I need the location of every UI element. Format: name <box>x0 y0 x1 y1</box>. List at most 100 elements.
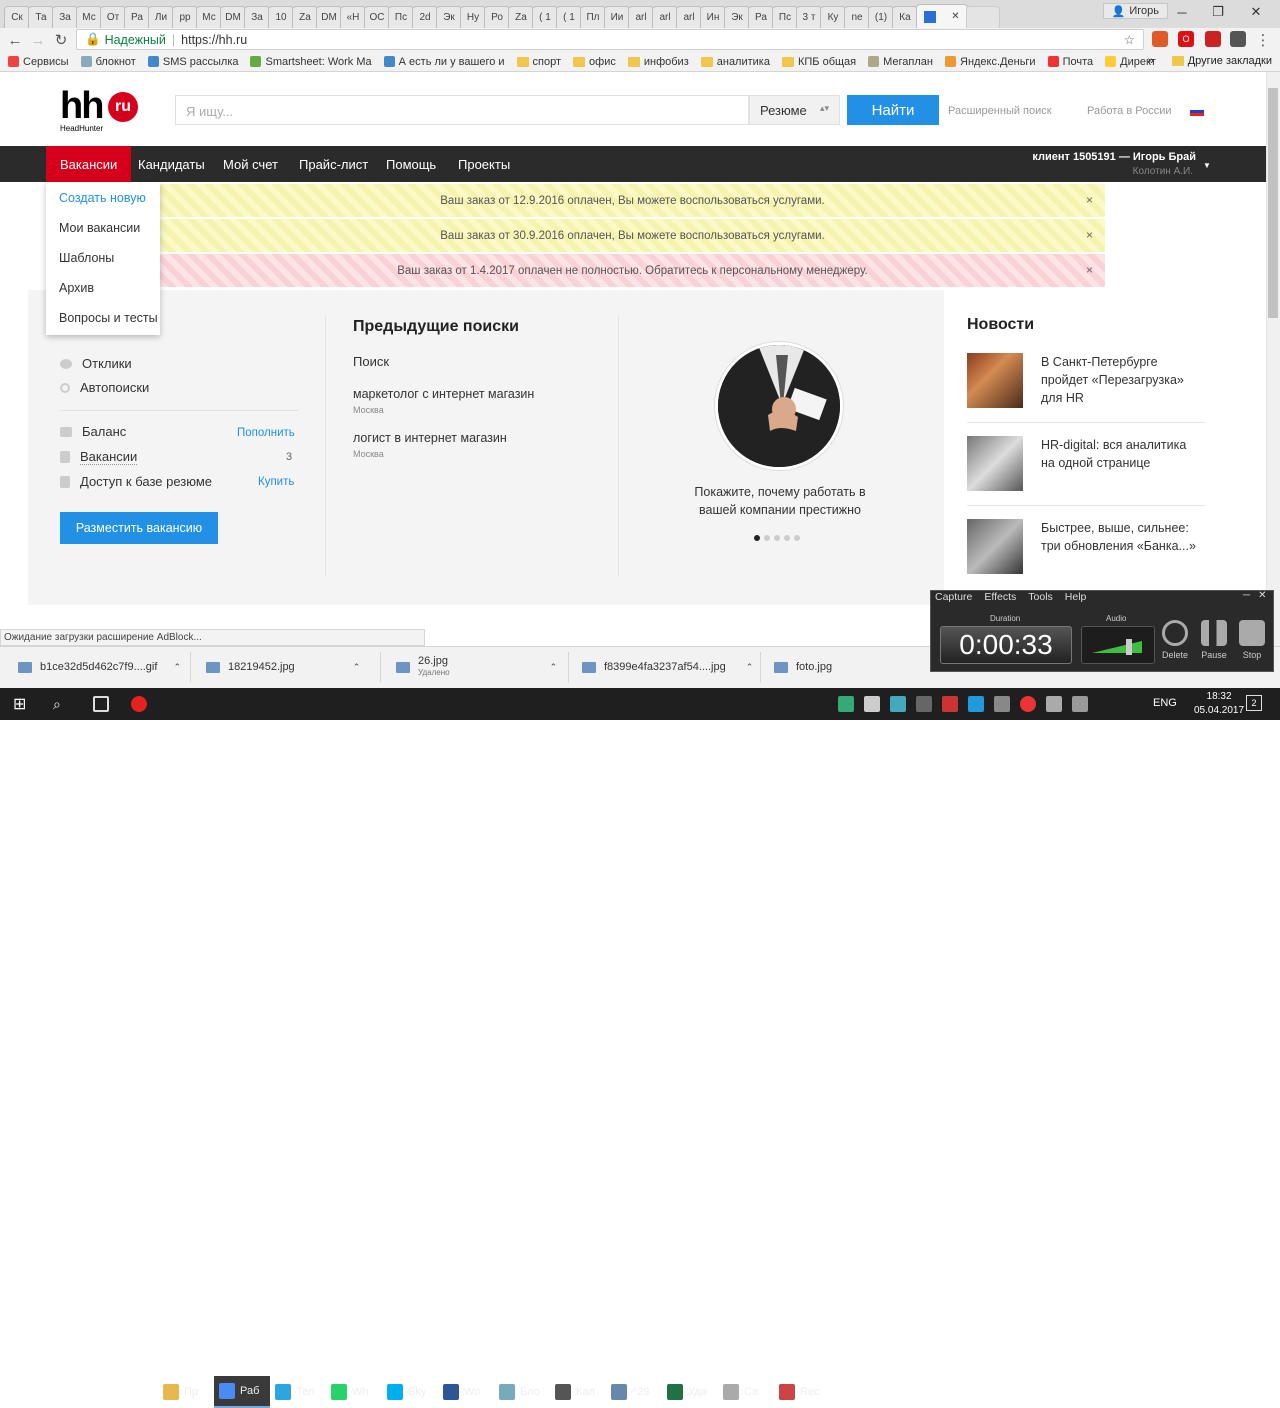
taskbar-app[interactable]: Уда <box>662 1376 718 1408</box>
browser-tab[interactable]: Ин <box>700 6 726 28</box>
promo-image[interactable] <box>715 342 843 470</box>
tab-close-icon[interactable]: ✕ <box>951 11 959 22</box>
sidebar-item-autosearch[interactable]: Автопоиски <box>60 380 149 395</box>
region-link[interactable]: Работа в России <box>1087 105 1172 117</box>
chevron-up-icon[interactable]: ⌃ <box>173 662 181 673</box>
post-vacancy-button[interactable]: Разместить вакансию <box>60 512 218 544</box>
notice-close-button[interactable]: × <box>1086 193 1093 207</box>
search-input[interactable]: Я ищу... <box>175 95 749 125</box>
buy-link[interactable]: Купить <box>258 476 294 488</box>
back-icon[interactable]: ← <box>4 30 26 50</box>
sidebar-item-db-access[interactable]: Доступ к базе резюме <box>60 474 212 489</box>
taskbar-app[interactable]: Wo <box>438 1376 494 1408</box>
search-link[interactable]: Поиск <box>353 354 389 369</box>
nav-pricelist[interactable]: Прайс-лист <box>285 146 382 182</box>
dropdown-templates[interactable]: Шаблоны <box>46 242 160 272</box>
browser-tab[interactable]: arl <box>628 6 654 28</box>
volume-icon[interactable] <box>1072 696 1088 712</box>
carousel-dot[interactable] <box>784 535 790 541</box>
close-icon[interactable]: ✕ <box>1258 590 1266 601</box>
bookmark-item[interactable]: Мегаплан <box>868 56 933 68</box>
bookmark-item[interactable]: КПБ общая <box>781 56 856 68</box>
taskbar-app[interactable]: Wh <box>326 1376 382 1408</box>
tray-icon[interactable] <box>864 696 880 712</box>
new-tab-button[interactable] <box>966 6 1000 28</box>
browser-tab[interactable]: Пл <box>580 6 606 28</box>
browser-tab[interactable]: Za <box>292 6 318 28</box>
bookmark-item[interactable]: Сервисы <box>8 56 69 68</box>
carousel-dot[interactable] <box>764 535 770 541</box>
browser-tab[interactable]: ( 1 <box>532 6 558 28</box>
search-type-select[interactable]: Резюме ▴▾ <box>749 95 840 125</box>
browser-tab[interactable]: ( 1 <box>556 6 582 28</box>
dropdown-questions-tests[interactable]: Вопросы и тесты <box>46 302 160 332</box>
news-thumbnail[interactable] <box>967 519 1023 574</box>
delete-button[interactable]: Delete <box>1158 620 1192 660</box>
browser-tab[interactable]: рр <box>172 6 198 28</box>
bookmark-item[interactable]: SMS рассылка <box>147 56 238 68</box>
address-bar[interactable]: 🔒 Надежный | https://hh.ru ☆ <box>76 29 1144 50</box>
browser-tab[interactable]: arl <box>676 6 702 28</box>
browser-tab[interactable]: Ку <box>820 6 846 28</box>
browser-tab[interactable]: Пс <box>772 6 798 28</box>
taskbar-app[interactable]: Раб <box>214 1376 270 1408</box>
browser-tab[interactable]: DM <box>220 6 246 28</box>
taskbar-app[interactable]: Кал <box>550 1376 606 1408</box>
bookmark-item[interactable]: блокнот <box>80 56 136 68</box>
nav-account[interactable]: Мой счет <box>209 146 292 182</box>
client-menu[interactable]: клиент 1505191 — Игорь Брай <box>1032 151 1196 163</box>
carousel-dot[interactable] <box>754 535 760 541</box>
carousel-dot[interactable] <box>774 535 780 541</box>
sidebar-item-balance[interactable]: Баланс <box>60 424 126 439</box>
browser-tab[interactable]: 10 <box>268 6 294 28</box>
find-button[interactable]: Найти <box>847 95 939 125</box>
bookmark-item[interactable]: Smartsheet: Work Ma <box>250 56 372 68</box>
recorder-menu-capture[interactable]: Capture <box>935 591 972 603</box>
news-thumbnail[interactable] <box>967 436 1023 491</box>
caret-down-icon[interactable]: ▼ <box>1203 161 1211 170</box>
sidebar-item-vacancies[interactable]: Вакансии <box>60 449 138 465</box>
tray-icon[interactable] <box>994 696 1010 712</box>
topup-link[interactable]: Пополнить <box>237 427 295 439</box>
hh-logo[interactable]: hh ru HeadHunter <box>60 87 142 134</box>
wifi-icon[interactable] <box>1046 696 1062 712</box>
audio-slider[interactable] <box>1081 626 1155 664</box>
browser-tab[interactable]: Мс <box>196 6 222 28</box>
opera-icon[interactable]: O <box>1178 31 1194 47</box>
pause-button[interactable]: Pause <box>1197 620 1231 660</box>
secure-indicator[interactable]: 🔒 Надежный <box>85 32 166 47</box>
download-item[interactable]: foto.jpg <box>774 652 832 682</box>
taskbar-app[interactable]: Бло <box>494 1376 550 1408</box>
browser-tab[interactable]: «Н <box>340 6 366 28</box>
maximize-button[interactable]: ❐ <box>1200 0 1236 24</box>
chevron-up-icon[interactable]: ⌃ <box>353 662 361 673</box>
download-item[interactable]: b1ce32d5d462c7f9....gif ⌃ <box>18 652 181 682</box>
other-bookmarks[interactable]: » Другие закладки <box>1148 55 1272 67</box>
notice-close-button[interactable]: × <box>1086 263 1093 277</box>
tray-icon[interactable] <box>916 696 932 712</box>
minimize-button[interactable]: ─ <box>1164 0 1200 24</box>
notice-close-button[interactable]: × <box>1086 228 1093 242</box>
tray-icon[interactable] <box>890 696 906 712</box>
dropdown-my-vacancies[interactable]: Мои вакансии <box>46 212 160 242</box>
browser-tab[interactable]: Ну <box>460 6 486 28</box>
bookmark-item[interactable]: инфобиз <box>627 56 689 68</box>
bookmark-item[interactable]: аналитика <box>700 56 770 68</box>
browser-tab[interactable]: Та <box>28 6 54 28</box>
extension-icon[interactable] <box>1230 31 1246 47</box>
browser-tab[interactable]: Ли <box>148 6 174 28</box>
browser-tab[interactable]: Za <box>508 6 534 28</box>
browser-tab[interactable]: ОС <box>364 6 390 28</box>
browser-tab[interactable]: Ра <box>748 6 774 28</box>
active-browser-tab[interactable]: ✕ <box>916 4 968 28</box>
language-indicator[interactable]: ENG <box>1153 697 1177 709</box>
browser-tab[interactable]: Ро <box>484 6 510 28</box>
dropdown-create-new[interactable]: Создать новую <box>46 182 160 212</box>
news-item[interactable]: Быстрее, выше, сильнее: три обновления «Б… <box>1041 519 1211 555</box>
bookmark-item[interactable]: спорт <box>516 56 561 68</box>
previous-search-item[interactable]: логист в интернет магазин <box>353 431 507 445</box>
russia-flag-icon[interactable] <box>1190 107 1204 116</box>
browser-tab[interactable]: За <box>52 6 78 28</box>
menu-icon[interactable]: ⋮ <box>1252 30 1274 50</box>
recorder-menu-effects[interactable]: Effects <box>984 591 1016 603</box>
